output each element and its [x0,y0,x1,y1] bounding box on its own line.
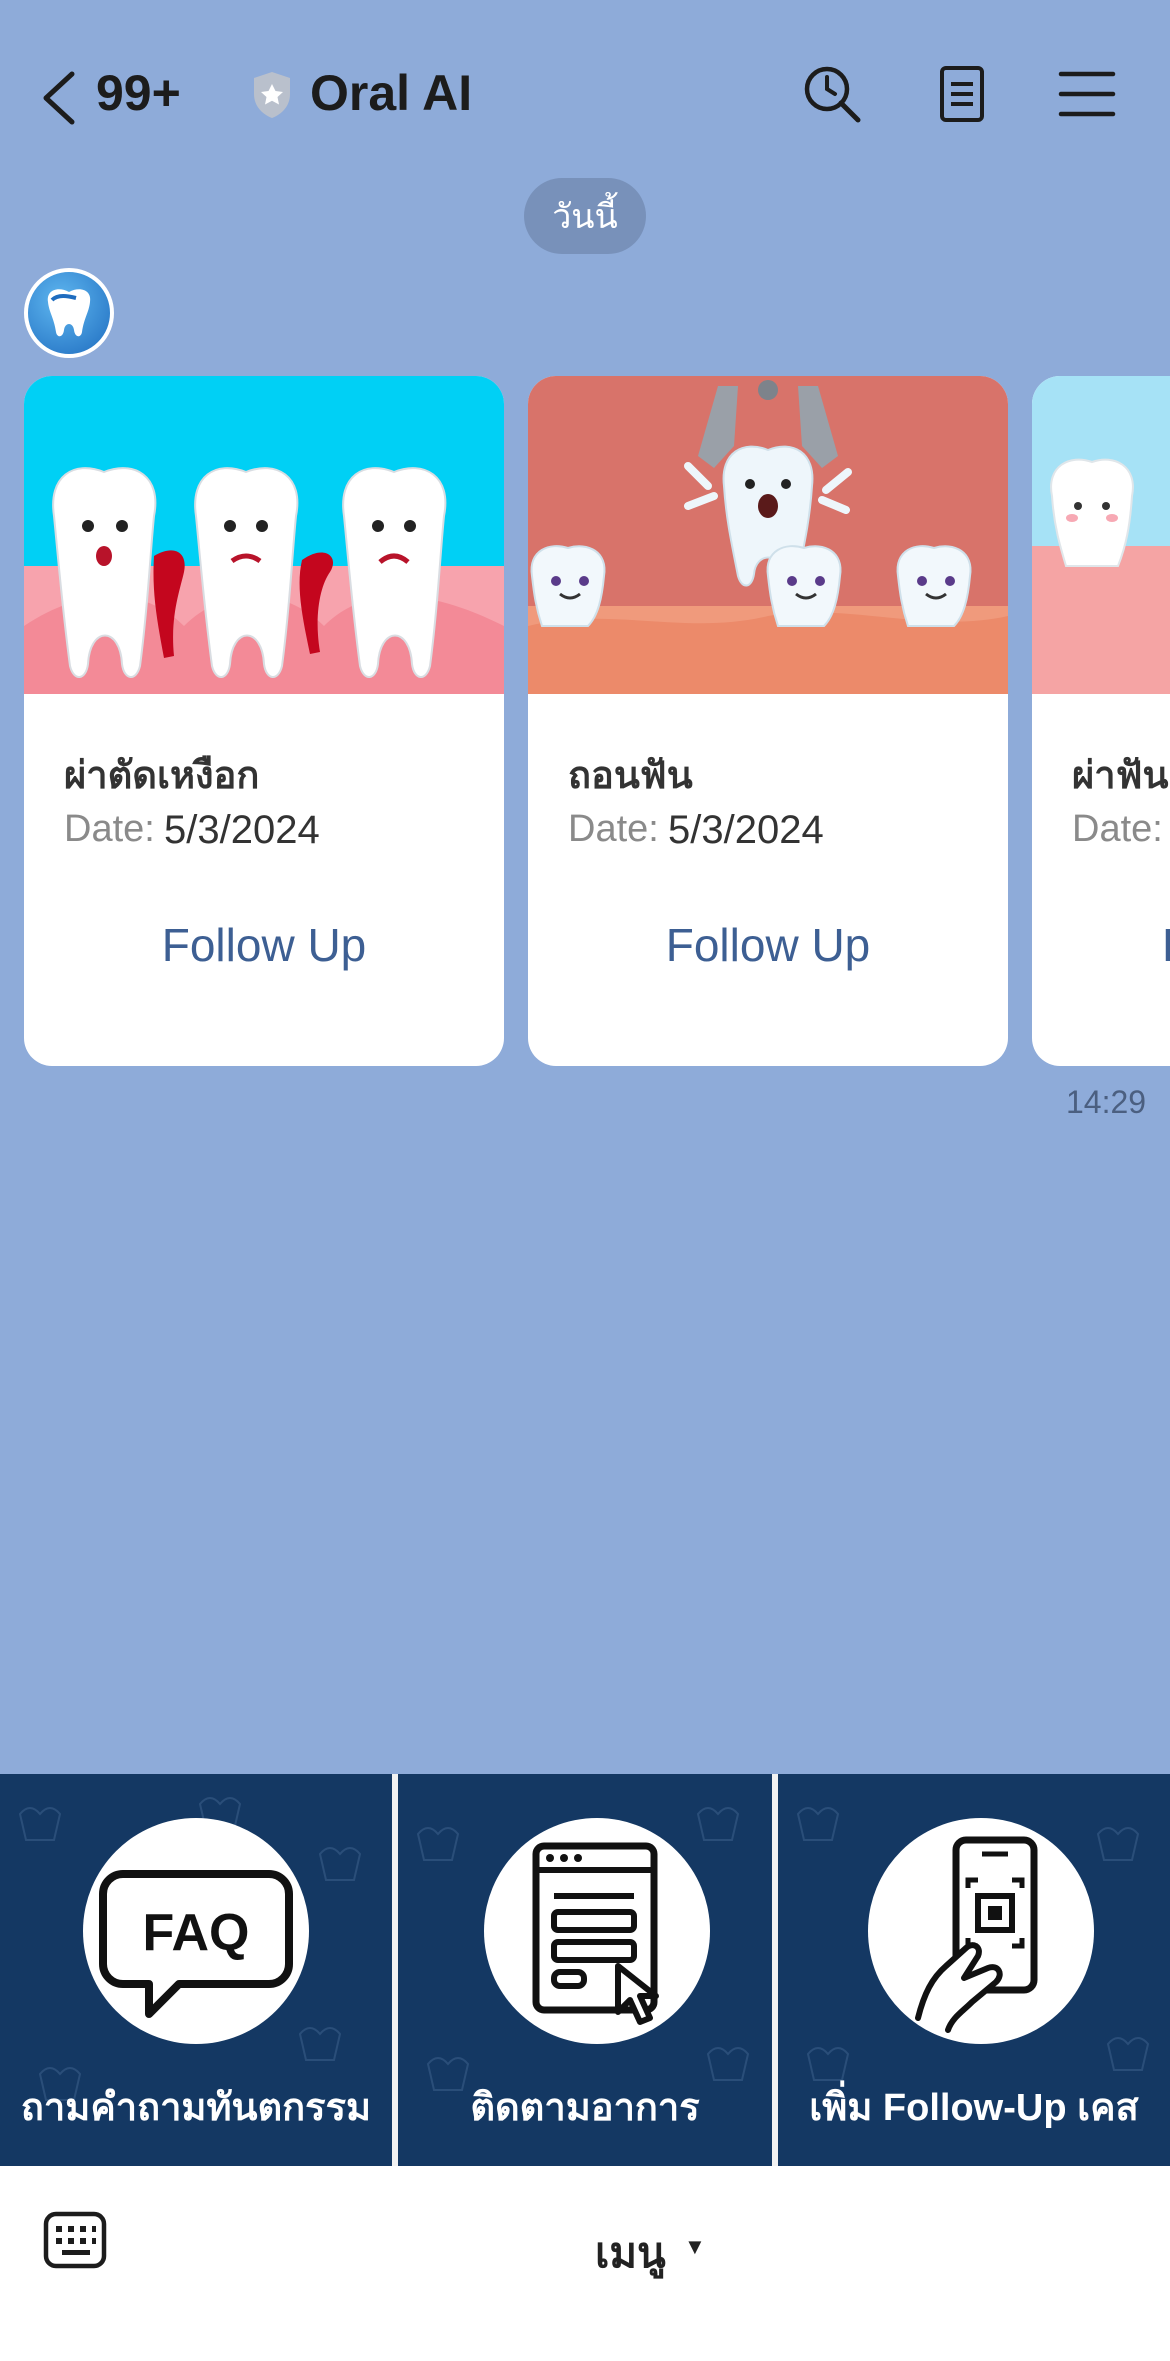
tooth-logo-icon [47,289,91,337]
case-card-tooth-extraction[interactable]: ถอนฟัน Date: 5/3/2024 Follow Up [528,376,1008,1066]
follow-up-button[interactable]: Follow Up [528,918,1008,972]
search-icon[interactable] [800,62,864,126]
unread-count[interactable]: 99+ [96,64,181,122]
message-timestamp: 14:29 [1066,1084,1147,1120]
rich-menu-toggle[interactable]: เมนู [595,2220,666,2286]
card-date-label: Date: [568,808,659,850]
wisdom-tooth-image [1032,376,1170,694]
rich-menu-add-follow-up[interactable]: เพิ่ม Follow-Up เคส [778,1774,1170,2166]
card-title: ผ่าฟัน [1072,755,1169,797]
rich-menu-faq[interactable]: FAQ ถามคำถามทันตกรรม [0,1774,392,2166]
follow-up-button[interactable]: F [1162,918,1170,972]
keyboard-icon[interactable] [42,2210,108,2270]
gum-surgery-teeth-image [24,376,504,694]
phone-qr-scan-icon [915,1836,1038,2033]
card-title: ถอนฟัน [568,755,693,797]
faq-circle: FAQ [83,1818,309,2044]
bottom-bar: เมนู ▼ [0,2166,1170,2361]
add-follow-up-circle [868,1818,1094,2044]
caret-down-icon[interactable]: ▼ [684,2234,706,2260]
back-arrow-icon[interactable] [36,68,86,128]
case-card-gum-surgery[interactable]: ผ่าตัดเหงือก Date: 5/3/2024 Follow Up [24,376,504,1066]
card-date: 5/3/2024 [164,808,320,852]
rich-menu-track-symptoms[interactable]: ติดตามอาการ [398,1774,772,2166]
card-title: ผ่าตัดเหงือก [64,755,260,797]
rich-menu: FAQ ถามคำถามทันตกรรม ติดตามอาการ เพิ่ม F… [0,1774,1170,2166]
chat-title: Oral AI [310,65,473,121]
svg-text:FAQ: FAQ [143,1904,250,1962]
notes-icon[interactable] [930,62,994,126]
tooth-extraction-image [528,376,1008,694]
faq-bubble-icon: FAQ [99,1870,293,2018]
chat-header: 99+ Oral AI [0,40,1170,150]
rich-menu-label: ติดตามอาการ [470,2087,700,2129]
rich-menu-label: ถามคำถามทันตกรรม [20,2087,372,2129]
card-date: 5/3/2024 [668,808,824,852]
track-circle [484,1818,710,2044]
case-card-wisdom-tooth[interactable]: ผ่าฟัน Date: F [1032,376,1170,1066]
hamburger-menu-icon[interactable] [1055,62,1119,126]
card-date-label: Date: [64,808,155,850]
follow-up-button[interactable]: Follow Up [24,918,504,972]
form-cursor-icon [532,1842,659,2025]
card-date-label: Date: [1072,808,1163,850]
verified-shield-icon [254,72,290,118]
rich-menu-label: เพิ่ม Follow-Up เคส [809,2087,1139,2129]
card-carousel[interactable]: ผ่าตัดเหงือก Date: 5/3/2024 Follow Up ถอ… [0,376,1170,1066]
bot-avatar[interactable] [24,268,114,358]
date-separator: วันนี้ [524,178,646,254]
